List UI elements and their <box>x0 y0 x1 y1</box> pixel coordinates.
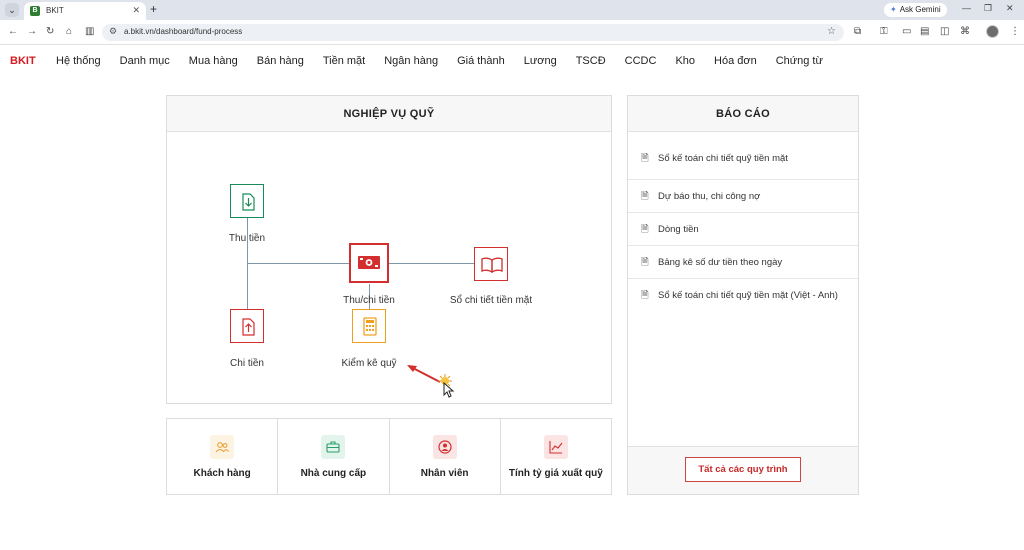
chart-line-icon <box>543 435 568 459</box>
label-thu-chi-tien: Thu/chi tiền <box>343 295 395 306</box>
translate-icon[interactable]: ⌘ <box>960 26 970 37</box>
main-menu: Hệ thống Danh mục Mua hàng Bán hàng Tiền… <box>56 55 842 67</box>
users-icon <box>210 435 235 459</box>
report-item[interactable]: 🗎 Bảng kê số dư tiền theo ngày <box>628 246 858 279</box>
report-item-label: Bảng kê số dư tiền theo ngày <box>658 257 783 268</box>
label-chi-tien: Chi tiền <box>230 358 264 369</box>
shortcut-nhan-vien[interactable]: Nhân viên <box>390 419 501 494</box>
document-icon: 🗎 <box>641 257 649 268</box>
close-tab-icon[interactable]: ✕ <box>132 5 140 16</box>
menu-item-ngan-hang[interactable]: Ngân hàng <box>384 55 438 67</box>
split-view-icon[interactable]: ▥ <box>85 26 94 37</box>
shortcut-khach-hang[interactable]: Khách hàng <box>167 419 279 494</box>
shortcut-tinh-ty-gia-xuat-quy[interactable]: Tính tỷ giá xuất quỹ <box>501 419 611 494</box>
document-icon: 🗎 <box>641 290 649 301</box>
click-annotation-cursor-icon <box>407 365 455 398</box>
document-icon: 🗎 <box>641 224 649 235</box>
report-item[interactable]: 🗎 Sổ kế toán chi tiết quỹ tiền mặt (Việt… <box>628 279 858 329</box>
new-tab-icon[interactable]: + <box>150 2 157 16</box>
browser-tab-bar: ⌄ B BKIT ✕ + ✦ Ask Gemini — ❐ ✕ <box>0 0 1024 20</box>
report-item-label: Sổ kế toán chi tiết quỹ tiền mặt <box>658 153 788 164</box>
node-thu-chi-tien[interactable] <box>349 243 389 283</box>
bookmark-star-icon[interactable]: ☆ <box>827 26 836 37</box>
fund-process-panel: NGHIỆP VỤ QUỸ Thu tiền Thu/chi tiền Sổ c… <box>166 95 612 404</box>
minimize-icon[interactable]: — <box>962 3 971 13</box>
menu-item-mua-hang[interactable]: Mua hàng <box>189 55 238 67</box>
site-info-icon[interactable]: ⚙ <box>109 26 117 37</box>
browser-tab[interactable]: B BKIT ✕ <box>24 2 146 20</box>
shortcut-label: Khách hàng <box>193 468 251 479</box>
shortcut-row: Khách hàng Nhà cung cấp Nhân viên Tính t… <box>166 418 612 495</box>
node-kiem-ke-quy[interactable] <box>352 309 386 343</box>
report-item-label: Dòng tiền <box>658 224 699 235</box>
card-icon[interactable]: ▭ <box>902 26 911 37</box>
favicon-icon: B <box>30 6 40 16</box>
user-circle-icon <box>432 435 457 459</box>
menu-item-kho[interactable]: Kho <box>675 55 695 67</box>
upload-doc-icon <box>242 318 255 336</box>
node-chi-tien[interactable] <box>230 309 264 343</box>
browser-menu-icon[interactable]: ⋮ <box>1010 26 1020 37</box>
ask-gemini-label: Ask Gemini <box>899 5 941 14</box>
menu-item-tien-mat[interactable]: Tiền mặt <box>323 55 365 67</box>
close-window-icon[interactable]: ✕ <box>1006 3 1014 14</box>
shortcut-label: Tính tỷ giá xuất quỹ <box>508 468 603 479</box>
report-list: 🗎 Sổ kế toán chi tiết quỹ tiền mặt 🗎 Dự … <box>628 132 858 329</box>
menu-item-chung-tu[interactable]: Chứng từ <box>776 55 823 67</box>
tab-list-icon[interactable]: ⌄ <box>5 3 19 17</box>
label-so-chi-tiet-tien-mat: Sổ chi tiết tiền mặt <box>449 295 533 306</box>
menu-item-luong[interactable]: Lương <box>524 55 557 67</box>
report-item-label: Sổ kế toán chi tiết quỹ tiền mặt (Việt -… <box>658 290 838 301</box>
report-footer: Tất cả các quy trình <box>628 446 858 494</box>
url-text: a.bkit.vn/dashboard/fund-process <box>124 27 243 36</box>
menu-item-ban-hang[interactable]: Bán hàng <box>257 55 304 67</box>
gemini-star-icon: ✦ <box>890 5 897 14</box>
tab-title: BKIT <box>46 6 64 15</box>
label-thu-tien: Thu tiền <box>228 233 266 244</box>
address-bar[interactable]: ⚙ a.bkit.vn/dashboard/fund-process ☆ <box>102 24 844 41</box>
node-thu-tien[interactable] <box>230 184 264 218</box>
reading-list-icon[interactable]: ▤ <box>920 26 929 37</box>
menu-item-danh-muc[interactable]: Danh mục <box>120 55 170 67</box>
calculator-icon <box>363 317 377 336</box>
document-icon: 🗎 <box>641 191 649 202</box>
menu-item-hoa-don[interactable]: Hóa đơn <box>714 55 757 67</box>
extensions-icon[interactable]: ⧉ <box>854 26 861 37</box>
restore-icon[interactable]: ❐ <box>984 3 992 14</box>
download-doc-icon <box>242 193 255 211</box>
back-icon[interactable]: ← <box>8 26 18 37</box>
menu-item-gia-thanh[interactable]: Giá thành <box>457 55 505 67</box>
report-item[interactable]: 🗎 Sổ kế toán chi tiết quỹ tiền mặt <box>628 132 858 180</box>
report-title: BÁO CÁO <box>628 96 858 132</box>
book-icon <box>481 257 503 274</box>
fund-process-title: NGHIỆP VỤ QUỸ <box>167 96 611 132</box>
menu-item-ccdc[interactable]: CCDC <box>625 55 657 67</box>
node-so-chi-tiet-tien-mat[interactable] <box>474 247 508 281</box>
ask-gemini-button[interactable]: ✦ Ask Gemini <box>884 3 947 17</box>
all-processes-button[interactable]: Tất cả các quy trình <box>685 457 801 482</box>
menu-item-he-thong[interactable]: Hệ thống <box>56 55 101 67</box>
briefcase-icon <box>321 435 346 459</box>
app-header: BKIT Hệ thống Danh mục Mua hàng Bán hàng… <box>0 46 1024 76</box>
key-icon[interactable]: ⚿ <box>880 26 888 37</box>
home-icon[interactable]: ⌂ <box>66 26 72 37</box>
report-panel: BÁO CÁO 🗎 Sổ kế toán chi tiết quỹ tiền m… <box>627 95 859 495</box>
document-icon: 🗎 <box>641 153 649 164</box>
reload-icon[interactable]: ↻ <box>46 26 54 37</box>
browser-toolbar: ← → ↻ ⌂ ▥ ⚙ a.bkit.vn/dashboard/fund-pro… <box>0 20 1024 45</box>
sidebar-icon[interactable]: ◫ <box>940 26 949 37</box>
forward-icon[interactable]: → <box>27 26 37 37</box>
report-item[interactable]: 🗎 Dự báo thu, chi công nợ <box>628 180 858 213</box>
report-item-label: Dự báo thu, chi công nợ <box>658 191 761 202</box>
shortcut-nha-cung-cap[interactable]: Nhà cung cấp <box>278 419 390 494</box>
shortcut-label: Nhà cung cấp <box>300 468 367 479</box>
report-item[interactable]: 🗎 Dòng tiền <box>628 213 858 246</box>
label-kiem-ke-quy: Kiểm kê quỹ <box>341 358 397 369</box>
brand-logo[interactable]: BKIT <box>10 55 36 67</box>
menu-item-tscd[interactable]: TSCĐ <box>576 55 606 67</box>
cash-icon <box>358 256 380 269</box>
shortcut-label: Nhân viên <box>420 468 469 479</box>
profile-avatar[interactable] <box>986 25 999 38</box>
